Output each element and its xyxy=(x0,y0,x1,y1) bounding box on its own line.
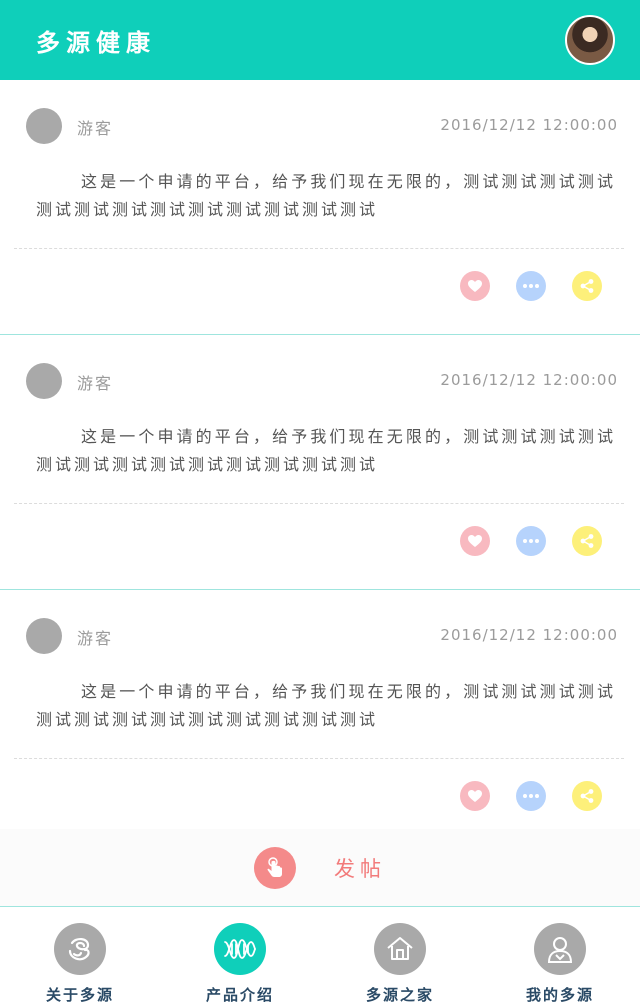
tab-profile[interactable]: 我的多源 xyxy=(480,908,640,1008)
post-username: 游客 xyxy=(77,119,114,138)
post-actions xyxy=(460,781,602,811)
hand-tap-icon xyxy=(254,846,296,889)
tab-products[interactable]: 产品介绍 xyxy=(160,908,320,1008)
user-avatar[interactable] xyxy=(26,618,62,654)
comment-button[interactable] xyxy=(516,526,546,556)
share-icon xyxy=(580,789,594,803)
post-actions xyxy=(460,526,602,556)
share-button[interactable] xyxy=(572,526,602,556)
app-title: 多源健康 xyxy=(36,28,156,57)
post-content: 这是一个申请的平台，给予我们现在无限的，测试测试测试测试测试测试测试测试测试测试… xyxy=(36,427,616,474)
app-header: 多源健康 xyxy=(0,0,640,80)
post-divider xyxy=(14,248,624,249)
share-button[interactable] xyxy=(572,271,602,301)
share-icon xyxy=(580,279,594,293)
user-icon xyxy=(534,923,586,975)
user-avatar[interactable] xyxy=(26,363,62,399)
user-avatar[interactable] xyxy=(26,108,62,144)
share-button[interactable] xyxy=(572,781,602,811)
heart-icon xyxy=(468,280,482,292)
tab-label: 产品介绍 xyxy=(205,986,274,1004)
like-button[interactable] xyxy=(460,781,490,811)
post-content: 这是一个申请的平台，给予我们现在无限的，测试测试测试测试测试测试测试测试测试测试… xyxy=(36,172,616,219)
post-timestamp: 2016/12/12 12:00:00 xyxy=(440,116,618,134)
home-icon xyxy=(374,923,426,975)
new-post-label: 发帖 xyxy=(334,856,386,881)
profile-avatar[interactable] xyxy=(565,15,615,65)
share-icon xyxy=(580,534,594,548)
dna-icon xyxy=(214,923,266,975)
post-actions xyxy=(460,271,602,301)
tab-label: 我的多源 xyxy=(525,986,594,1004)
tab-label: 多源之家 xyxy=(365,986,434,1004)
comment-button[interactable] xyxy=(516,781,546,811)
post-username: 游客 xyxy=(77,374,114,393)
spiral-icon xyxy=(54,923,106,975)
new-post-button[interactable]: 发帖 xyxy=(0,829,640,907)
post-feed: 游客 2016/12/12 12:00:00 这是一个申请的平台，给予我们现在无… xyxy=(0,80,640,845)
comment-button[interactable] xyxy=(516,271,546,301)
tab-home[interactable]: 多源之家 xyxy=(320,908,480,1008)
more-dots-icon xyxy=(523,284,539,288)
like-button[interactable] xyxy=(460,271,490,301)
more-dots-icon xyxy=(523,539,539,543)
post-username: 游客 xyxy=(77,629,114,648)
tab-about[interactable]: 关于多源 xyxy=(0,908,160,1008)
post-timestamp: 2016/12/12 12:00:00 xyxy=(440,371,618,389)
heart-icon xyxy=(468,535,482,547)
bottom-tab-bar: 关于多源 产品介绍 多源之家 我的多源 xyxy=(0,908,640,1008)
post-card: 游客 2016/12/12 12:00:00 这是一个申请的平台，给予我们现在无… xyxy=(0,80,640,335)
post-card: 游客 2016/12/12 12:00:00 这是一个申请的平台，给予我们现在无… xyxy=(0,590,640,845)
post-content: 这是一个申请的平台，给予我们现在无限的，测试测试测试测试测试测试测试测试测试测试… xyxy=(36,682,616,729)
like-button[interactable] xyxy=(460,526,490,556)
post-divider xyxy=(14,503,624,504)
post-card: 游客 2016/12/12 12:00:00 这是一个申请的平台，给予我们现在无… xyxy=(0,335,640,590)
post-divider xyxy=(14,758,624,759)
tab-label: 关于多源 xyxy=(45,986,114,1004)
post-timestamp: 2016/12/12 12:00:00 xyxy=(440,626,618,644)
more-dots-icon xyxy=(523,794,539,798)
heart-icon xyxy=(468,790,482,802)
